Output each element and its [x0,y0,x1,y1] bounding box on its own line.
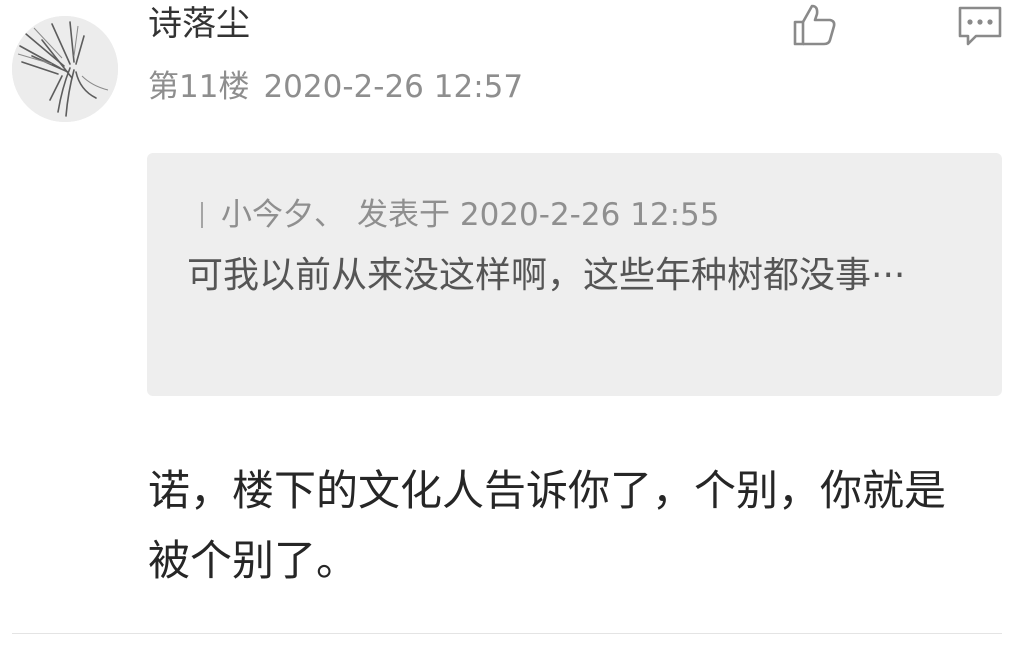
thumbs-up-icon [793,4,836,46]
username[interactable]: 诗落尘 [148,2,250,46]
quote-datetime: 2020-2-26 12:55 [459,197,720,233]
quote-text: 可我以前从来没这样啊，这些年种树都没事··· [187,255,906,296]
like-button[interactable] [790,2,838,48]
avatar-image [12,16,118,122]
comment-button[interactable] [956,2,1004,48]
floor-number: 第11楼 [148,69,250,105]
avatar[interactable] [12,16,118,122]
quote-bar [201,202,203,228]
quote-author[interactable]: 小今夕、 [221,197,345,233]
post-datetime: 2020-2-26 12:57 [263,69,524,105]
post-meta: 第11楼 2020-2-26 12:57 [148,66,523,108]
quote-posted-label: 发表于 [357,197,450,233]
quoted-reply: 小今夕、 发表于 2020-2-26 12:55 可我以前从来没这样啊，这些年种树… [147,153,1002,396]
comment-icon [958,6,1002,46]
divider [12,633,1002,634]
quote-header: 小今夕、 发表于 2020-2-26 12:55 [187,193,962,237]
reply-content: 诺，楼下的文化人告诉你了，个别，你就是被个别了。 [148,466,947,585]
